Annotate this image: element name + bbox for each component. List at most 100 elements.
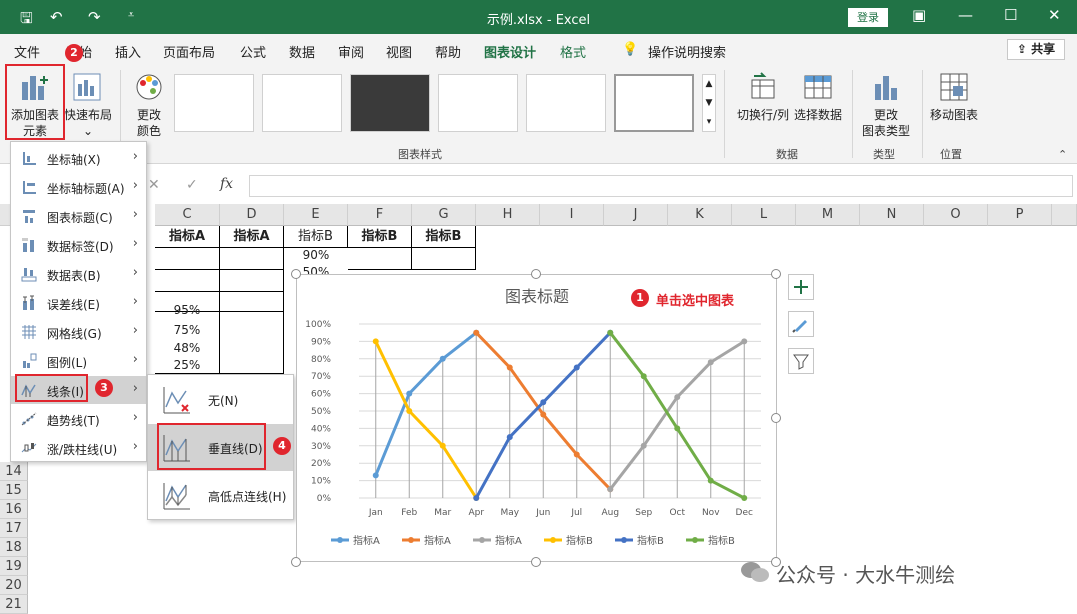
- resize-handle[interactable]: [531, 557, 541, 567]
- column-header[interactable]: I: [540, 204, 604, 226]
- row-header[interactable]: 19: [0, 557, 28, 576]
- tab-insert[interactable]: 插入: [115, 42, 141, 61]
- tab-file[interactable]: 文件: [14, 42, 40, 61]
- menu-item-data-table[interactable]: 数据表(B) ›: [11, 260, 146, 288]
- chart-style-thumb-selected[interactable]: [614, 74, 694, 132]
- chart-filters-button[interactable]: [788, 348, 814, 374]
- row-header[interactable]: 21: [0, 595, 28, 614]
- tab-help[interactable]: 帮助: [435, 42, 461, 61]
- column-header[interactable]: N: [860, 204, 924, 226]
- column-header[interactable]: E: [284, 204, 348, 226]
- table-cell[interactable]: [220, 270, 284, 292]
- minimize-icon[interactable]: —: [958, 6, 973, 24]
- table-cell[interactable]: 指标A: [155, 226, 220, 248]
- share-button[interactable]: ⇪ 共享: [1007, 39, 1065, 60]
- column-header[interactable]: F: [348, 204, 412, 226]
- tab-review[interactable]: 审阅: [338, 42, 364, 61]
- close-icon[interactable]: ✕: [1048, 6, 1061, 24]
- select-data-button[interactable]: 选择数据: [792, 66, 844, 142]
- legend-marker: [479, 537, 485, 543]
- menu-item-trendline[interactable]: 趋势线(T) ›: [11, 405, 146, 433]
- menu-item-updown-bars[interactable]: 涨/跌柱线(U) ›: [11, 434, 146, 462]
- menu-item-legend[interactable]: 图例(L) ›: [11, 347, 146, 375]
- tab-format[interactable]: 格式: [560, 42, 586, 61]
- insert-function-icon[interactable]: fx: [220, 176, 233, 192]
- resize-handle[interactable]: [291, 269, 301, 279]
- table-cell[interactable]: 90%: [284, 248, 348, 266]
- table-cell[interactable]: 指标A: [220, 226, 284, 248]
- tab-view[interactable]: 视图: [386, 42, 412, 61]
- submenu-item-high-low-lines[interactable]: 高低点连线(H): [148, 472, 293, 519]
- table-cell[interactable]: 指标B: [412, 226, 476, 248]
- row-header[interactable]: 20: [0, 576, 28, 595]
- cancel-icon[interactable]: ✕: [148, 177, 160, 193]
- column-header[interactable]: H: [476, 204, 540, 226]
- chart-style-thumb[interactable]: [438, 74, 518, 132]
- ribbon-display-icon[interactable]: ▣: [912, 6, 926, 24]
- column-header[interactable]: D: [220, 204, 284, 226]
- menu-item-chart-title[interactable]: 图表标题(C) ›: [11, 202, 146, 230]
- menu-item-gridlines[interactable]: 网格线(G) ›: [11, 318, 146, 346]
- chart-styles-button[interactable]: [788, 311, 814, 337]
- table-cell[interactable]: 48%: [155, 338, 220, 358]
- tab-data[interactable]: 数据: [289, 42, 315, 61]
- resize-handle[interactable]: [771, 269, 781, 279]
- resize-handle[interactable]: [771, 413, 781, 423]
- row-header[interactable]: 15: [0, 481, 28, 500]
- table-cell[interactable]: [155, 248, 220, 270]
- formula-input[interactable]: [249, 175, 1073, 197]
- chart-style-thumb[interactable]: [174, 74, 254, 132]
- change-chart-type-button[interactable]: 更改 图表类型: [858, 66, 914, 142]
- move-chart-button[interactable]: 移动图表: [926, 66, 982, 142]
- table-cell[interactable]: 25%: [155, 356, 220, 374]
- tab-chart-design[interactable]: 图表设计: [484, 42, 537, 67]
- column-header[interactable]: L: [732, 204, 796, 226]
- x-tick-label: Jun: [535, 508, 550, 518]
- resize-handle[interactable]: [531, 269, 541, 279]
- maximize-icon[interactable]: ☐: [1004, 6, 1017, 24]
- column-header[interactable]: P: [988, 204, 1052, 226]
- data-point: [473, 495, 480, 501]
- table-cell[interactable]: [220, 300, 284, 374]
- column-header[interactable]: G: [412, 204, 476, 226]
- resize-handle[interactable]: [291, 557, 301, 567]
- login-button[interactable]: 登录: [848, 8, 888, 27]
- menu-item-data-labels[interactable]: 数据标签(D) ›: [11, 231, 146, 259]
- chart-style-thumb[interactable]: [350, 74, 430, 132]
- table-cell[interactable]: 指标B: [284, 226, 348, 248]
- collapse-ribbon-icon[interactable]: ⌃: [1058, 148, 1067, 161]
- menu-item-error-bars[interactable]: 误差线(E) ›: [11, 289, 146, 317]
- line-chart[interactable]: 图表标题 0% 10% 20% 30% 40% 50% 60% 70% 80% 90% 100% Jan…: [296, 274, 777, 562]
- enter-icon[interactable]: ✓: [186, 177, 198, 193]
- chart-style-thumb[interactable]: [526, 74, 606, 132]
- table-cell[interactable]: 75%: [155, 320, 220, 340]
- menu-item-axis-titles[interactable]: 坐标轴标题(A) ›: [11, 173, 146, 201]
- menu-item-axes[interactable]: 坐标轴(X) ›: [11, 144, 146, 172]
- row-header[interactable]: 14: [0, 462, 28, 481]
- table-cell[interactable]: [155, 270, 220, 292]
- chart-elements-button[interactable]: [788, 274, 814, 300]
- chart-style-thumb[interactable]: [262, 74, 342, 132]
- tab-formulas[interactable]: 公式: [240, 42, 266, 61]
- legend-label: 指标A: [495, 534, 522, 547]
- gallery-scroll[interactable]: ▲ ▼ ▾: [702, 74, 716, 132]
- column-header[interactable]: [1052, 204, 1077, 226]
- column-header[interactable]: K: [668, 204, 732, 226]
- column-header[interactable]: M: [796, 204, 860, 226]
- column-header[interactable]: J: [604, 204, 668, 226]
- table-cell[interactable]: [348, 248, 412, 270]
- table-cell[interactable]: [412, 248, 476, 270]
- row-header[interactable]: 17: [0, 519, 28, 538]
- table-cell[interactable]: 95%: [155, 300, 220, 320]
- column-header[interactable]: C: [155, 204, 220, 226]
- tell-me-search[interactable]: 操作说明搜索: [648, 42, 726, 61]
- axis-icon: [23, 152, 36, 165]
- column-header[interactable]: O: [924, 204, 988, 226]
- row-header[interactable]: 16: [0, 500, 28, 519]
- table-cell[interactable]: [220, 248, 284, 270]
- table-cell[interactable]: 指标B: [348, 226, 412, 248]
- submenu-item-none[interactable]: 无(N): [148, 376, 293, 423]
- switch-row-column-button[interactable]: 切换行/列: [734, 66, 792, 142]
- tab-page-layout[interactable]: 页面布局: [163, 42, 215, 61]
- row-header[interactable]: 18: [0, 538, 28, 557]
